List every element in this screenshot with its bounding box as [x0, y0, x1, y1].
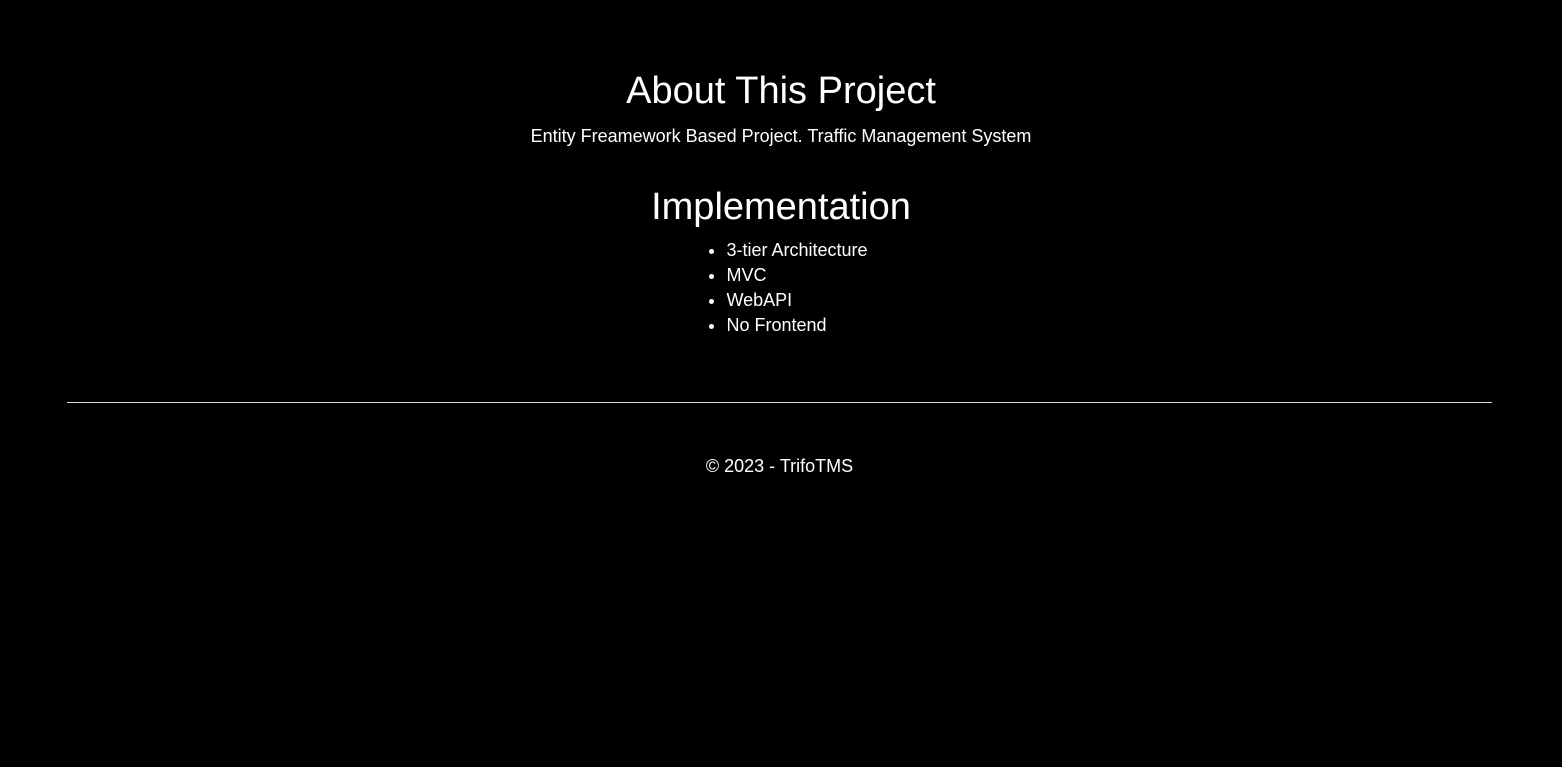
implementation-list-wrapper: 3-tier Architecture MVC WebAPI No Fronte… [0, 228, 1562, 338]
page: About This Project Entity Freamework Bas… [0, 0, 1562, 767]
footer: © 2023 - TrifoTMS [0, 454, 1559, 478]
implementation-list-container: 3-tier Architecture MVC WebAPI No Fronte… [708, 228, 867, 338]
copyright-text: © 2023 - TrifoTMS [705, 456, 854, 476]
main-content: About This Project Entity Freamework Bas… [0, 0, 1562, 338]
list-item: No Frontend [726, 313, 867, 338]
footer-divider [67, 402, 1492, 403]
list-item: WebAPI [726, 288, 867, 313]
list-item: MVC [726, 263, 867, 288]
implementation-list: 3-tier Architecture MVC WebAPI No Fronte… [708, 238, 867, 338]
list-item: 3-tier Architecture [726, 238, 867, 263]
implementation-heading: Implementation [651, 186, 911, 228]
project-description: Entity Freamework Based Project. Traffic… [530, 126, 1032, 146]
page-title: About This Project [626, 70, 936, 112]
